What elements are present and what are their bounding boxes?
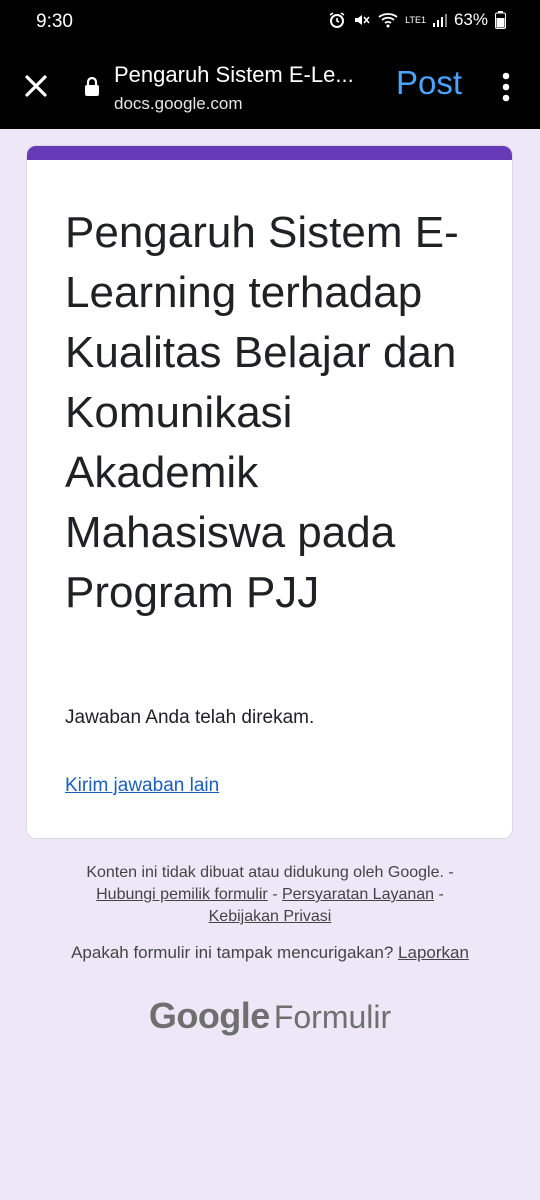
page-title: Pengaruh Sistem E-Le... xyxy=(114,62,354,87)
form-title: Pengaruh Sistem E-Learning terhadap Kual… xyxy=(65,208,459,617)
network-label: LTE1 xyxy=(405,14,426,25)
suspicious-question: Apakah formulir ini tampak mencurigakan? xyxy=(71,943,394,962)
battery-percent: 63% xyxy=(453,10,488,29)
form-response-card: Pengaruh Sistem E-Learning terhadap Kual… xyxy=(27,146,512,838)
post-button[interactable]: Post xyxy=(396,64,462,102)
report-link[interactable]: Laporkan xyxy=(398,943,469,962)
signal-icon xyxy=(432,14,447,27)
separator: - xyxy=(434,886,444,903)
report-row: Apakah formulir ini tampak mencurigakan?… xyxy=(0,943,540,963)
forms-wordmark: Formulir xyxy=(273,999,392,1035)
privacy-link[interactable]: Kebijakan Privasi xyxy=(209,908,332,925)
terms-link[interactable]: Persyaratan Layanan xyxy=(282,886,434,903)
wifi-icon xyxy=(378,13,398,28)
confirmation-message: Jawaban Anda telah direkam. xyxy=(65,707,315,728)
card-accent-bar xyxy=(27,146,512,160)
lock-icon xyxy=(85,77,99,96)
more-vertical-icon[interactable] xyxy=(496,70,516,104)
browser-toolbar: Pengaruh Sistem E-Le... docs.google.com … xyxy=(0,44,540,129)
contact-owner-link[interactable]: Hubungi pemilik formulir xyxy=(96,886,268,903)
footer-disclaimer: Konten ini tidak dibuat atau didukung ol… xyxy=(30,862,510,928)
google-wordmark: Google xyxy=(148,995,271,1036)
battery-icon xyxy=(495,11,506,29)
status-icons: LTE1 63% xyxy=(328,10,506,30)
mute-icon xyxy=(355,15,370,25)
status-bar: 9:30 LTE1 63% xyxy=(0,0,540,44)
separator: - xyxy=(267,886,282,903)
alarm-icon xyxy=(329,12,345,28)
status-time: 9:30 xyxy=(36,11,73,32)
disclaimer-text: Konten ini tidak dibuat atau didukung ol… xyxy=(86,864,454,881)
submit-another-response-link[interactable]: Kirim jawaban lain xyxy=(65,775,219,797)
google-forms-logo: Google Formulir xyxy=(0,995,540,1037)
close-icon[interactable] xyxy=(18,68,54,104)
page-url: docs.google.com xyxy=(114,94,243,113)
